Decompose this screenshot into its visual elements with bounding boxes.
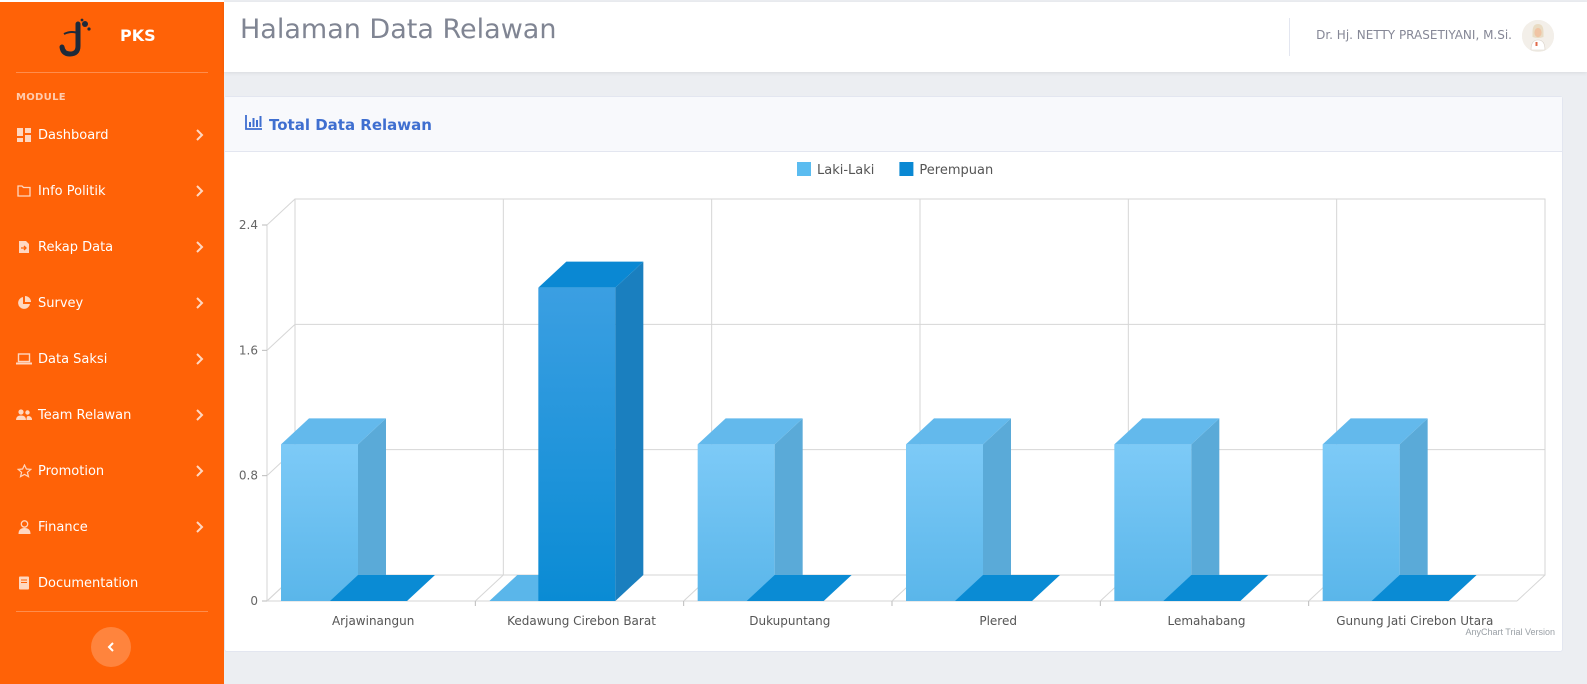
laptop-icon	[16, 351, 32, 367]
bar-chart: Laki-Laki Perempuan Arjawinangun Kedawung …	[239, 162, 1555, 637]
bar-side	[774, 418, 803, 601]
card-title: Total Data Relawan	[269, 116, 432, 134]
user-name[interactable]: Dr. Hj. NETTY PRASETIYANI, M.Si.	[1316, 28, 1512, 42]
bar-front	[281, 444, 358, 601]
sidebar-item-label: Survey	[38, 295, 84, 311]
bar-front	[1322, 444, 1400, 601]
sidebar-item-documentation[interactable]: Documentation	[0, 555, 224, 611]
x-tick-label: Plered	[979, 614, 1017, 628]
bar-side	[358, 418, 386, 601]
bar-front	[1114, 444, 1192, 601]
page-title: Halaman Data Relawan	[240, 14, 557, 45]
users-icon	[16, 407, 32, 423]
sidebar-item-label: Team Relawan	[38, 407, 132, 423]
sidebar-item-label: Info Politik	[38, 183, 106, 199]
brand-name: PKS	[120, 26, 156, 45]
folder-icon	[16, 183, 32, 199]
chevron-right-icon	[196, 129, 204, 141]
legend-label: Perempuan	[919, 163, 993, 178]
y-tick-label: 1.6	[239, 343, 258, 357]
sidebar-item-promotion[interactable]: Promotion	[0, 443, 224, 499]
bar-front	[538, 287, 616, 601]
topbar: Halaman Data Relawan Dr. Hj. NETTY PRASE…	[224, 2, 1587, 72]
x-tick-label: Kedawung Cirebon Barat	[507, 614, 656, 628]
bar-side	[1191, 418, 1220, 601]
x-axis-labels: Arjawinangun Kedawung Cirebon Barat Dukupu…	[332, 614, 1493, 628]
bar-front	[906, 444, 983, 601]
module-section-label: MODULE	[16, 92, 66, 103]
x-tick-label: Gunung Jati Cirebon Utara	[1336, 614, 1493, 628]
chart-watermark: AnyChart Trial Version	[1465, 627, 1555, 637]
sidebar-item-label: Dashboard	[38, 127, 109, 143]
sidebar-item-label: Promotion	[38, 463, 105, 479]
sidebar-nav: Dashboard Info Politik Rekap Data Survey…	[0, 107, 224, 611]
sidebar-item-data-saksi[interactable]: Data Saksi	[0, 331, 224, 387]
sidebar-item-info-politik[interactable]: Info Politik	[0, 163, 224, 219]
chevron-right-icon	[196, 297, 204, 309]
topbar-divider	[1289, 18, 1290, 56]
sidebar-item-dashboard[interactable]: Dashboard	[0, 107, 224, 163]
y-tick-label: 0	[250, 594, 258, 608]
avatar-portrait-icon	[1522, 20, 1554, 52]
user-tie-icon	[16, 519, 32, 535]
chevron-right-icon	[196, 241, 204, 253]
legend-swatch	[797, 162, 811, 176]
y-axis-labels: 0 0.8 1.6 2.4	[239, 218, 258, 608]
chart-floor-right-edge	[1516, 574, 1546, 602]
book-icon	[16, 575, 32, 591]
x-tick-label: Lemahabang	[1167, 614, 1245, 628]
bar-side	[615, 261, 644, 601]
x-tick-label: Arjawinangun	[332, 614, 414, 628]
chart-bars	[281, 261, 1477, 601]
bar-side	[983, 418, 1011, 601]
chevron-right-icon	[196, 353, 204, 365]
x-tick-label: Dukupuntang	[749, 614, 830, 628]
chevron-right-icon	[196, 465, 204, 477]
star-icon	[16, 463, 32, 479]
sidebar-item-label: Finance	[38, 519, 88, 535]
card-header: Total Data Relawan	[225, 97, 1562, 152]
sidebar-item-survey[interactable]: Survey	[0, 275, 224, 331]
sidebar: PKS MODULE Dashboard Info Politik Rekap …	[0, 0, 224, 684]
sidebar-item-rekap-data[interactable]: Rekap Data	[0, 219, 224, 275]
bar-side	[1399, 418, 1428, 601]
chart-card: Total Data Relawan Laki-Laki Perempuan Ar…	[224, 96, 1563, 652]
sidebar-item-label: Documentation	[38, 575, 139, 591]
y-tick-label: 0.8	[239, 469, 258, 483]
chevron-right-icon	[196, 185, 204, 197]
legend-label: Laki-Laki	[817, 163, 874, 178]
sidebar-item-team-relawan[interactable]: Team Relawan	[0, 387, 224, 443]
gridline-diagonal	[266, 323, 296, 351]
chevron-left-icon	[107, 642, 114, 652]
chevron-right-icon	[196, 409, 204, 421]
bar-front	[697, 444, 775, 601]
sidebar-brand[interactable]: PKS	[16, 2, 208, 73]
gridline-diagonal	[266, 198, 296, 226]
sidebar-item-finance[interactable]: Finance	[0, 499, 224, 555]
sidebar-item-label: Rekap Data	[38, 239, 114, 255]
chevron-right-icon	[196, 521, 204, 533]
y-tick-label: 2.4	[239, 218, 258, 232]
dashboard-grid-icon	[16, 127, 32, 143]
chart-legend: Laki-Laki Perempuan	[797, 162, 993, 178]
sidebar-collapse-button[interactable]	[91, 627, 131, 667]
pie-chart-icon	[16, 295, 32, 311]
brand-logo-icon	[59, 18, 91, 57]
user-avatar[interactable]	[1522, 20, 1554, 52]
legend-swatch	[899, 162, 914, 176]
file-export-icon	[16, 239, 32, 255]
bar-chart-icon	[245, 115, 262, 130]
sidebar-item-label: Data Saksi	[38, 351, 108, 367]
sidebar-divider	[16, 611, 208, 612]
